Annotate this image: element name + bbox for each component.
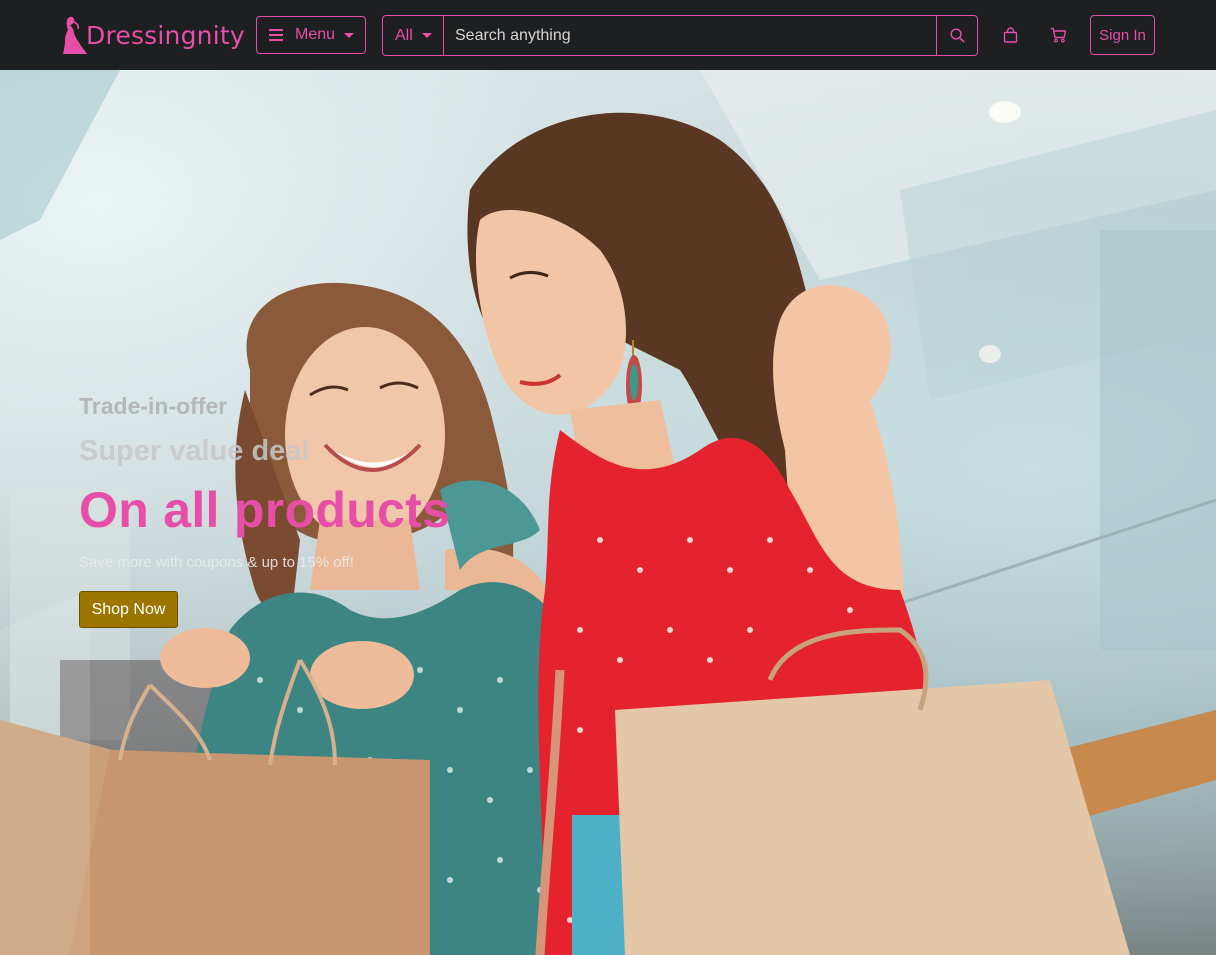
menu-dropdown-button[interactable]: Menu — [256, 16, 366, 54]
bag-icon — [1003, 27, 1017, 43]
hero-title: On all products — [79, 482, 451, 538]
top-navbar: Dressingnity Menu All Search anything Si… — [0, 0, 1216, 70]
category-select[interactable]: All — [382, 15, 444, 56]
hero-banner: Trade-in-offer Super value deal On all p… — [0, 70, 1216, 955]
brand-name: Dressingnity — [86, 20, 245, 50]
cart-icon — [1050, 27, 1066, 43]
search-bar: All — [382, 15, 978, 56]
cart-button[interactable] — [1045, 22, 1071, 48]
hamburger-icon — [269, 29, 283, 41]
sign-in-button[interactable]: Sign In — [1090, 15, 1155, 55]
hero-headline: Super value deal — [79, 435, 310, 467]
search-button[interactable] — [936, 15, 978, 56]
hero-subtext: Save more with coupons & up to 15% off! — [79, 554, 354, 571]
chevron-down-icon — [344, 32, 355, 38]
search-icon — [950, 28, 964, 43]
category-selected-label: All — [395, 26, 413, 44]
chevron-down-icon — [421, 33, 432, 38]
shop-now-button[interactable]: Shop Now — [79, 591, 178, 628]
menu-label: Menu — [295, 26, 336, 43]
brand-logo-link[interactable]: Dressingnity — [60, 14, 245, 56]
woman-silhouette-icon — [63, 16, 87, 54]
wishlist-bag-button[interactable] — [997, 22, 1023, 48]
search-input[interactable] — [444, 15, 936, 56]
hero-kicker: Trade-in-offer — [79, 393, 228, 419]
